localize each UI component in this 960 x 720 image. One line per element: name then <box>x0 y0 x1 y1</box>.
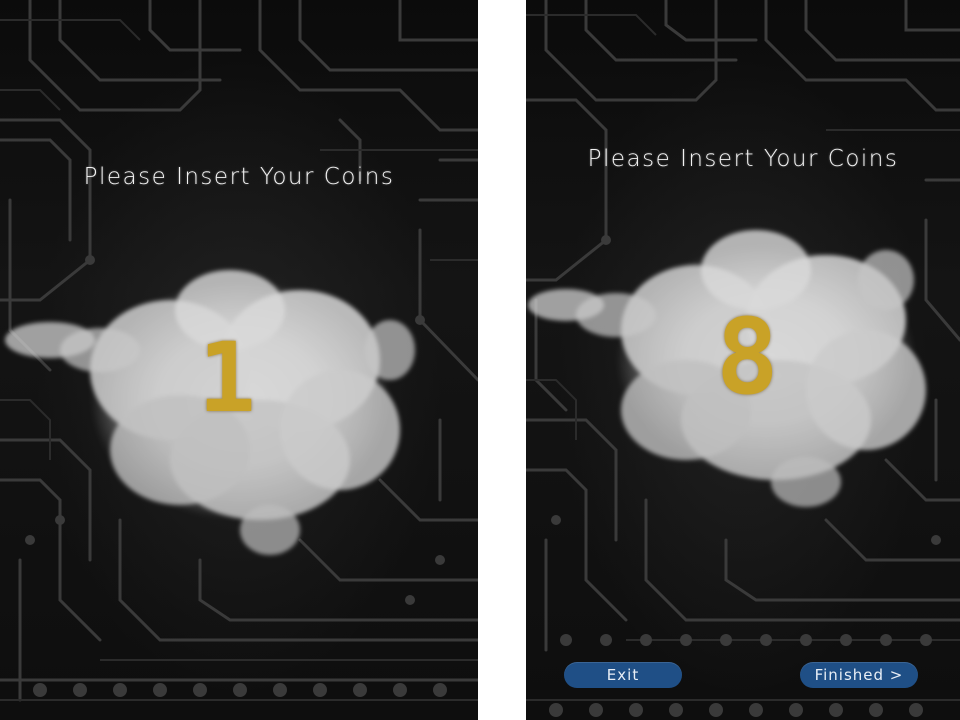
coin-counter: 1 <box>198 322 256 434</box>
finished-button[interactable]: Finished > <box>800 662 918 688</box>
coin-screen-first: Please Insert Your Coins 1 <box>0 0 478 720</box>
coin-screen-second: Please Insert Your Coins 8 Exit Finished <box>526 0 960 720</box>
insert-coins-title: Please Insert Your Coins <box>587 146 899 172</box>
exit-button[interactable]: Exit <box>564 662 682 688</box>
insert-coins-title: Please Insert Your Coins <box>83 164 395 190</box>
coin-counter: 8 <box>716 296 779 418</box>
